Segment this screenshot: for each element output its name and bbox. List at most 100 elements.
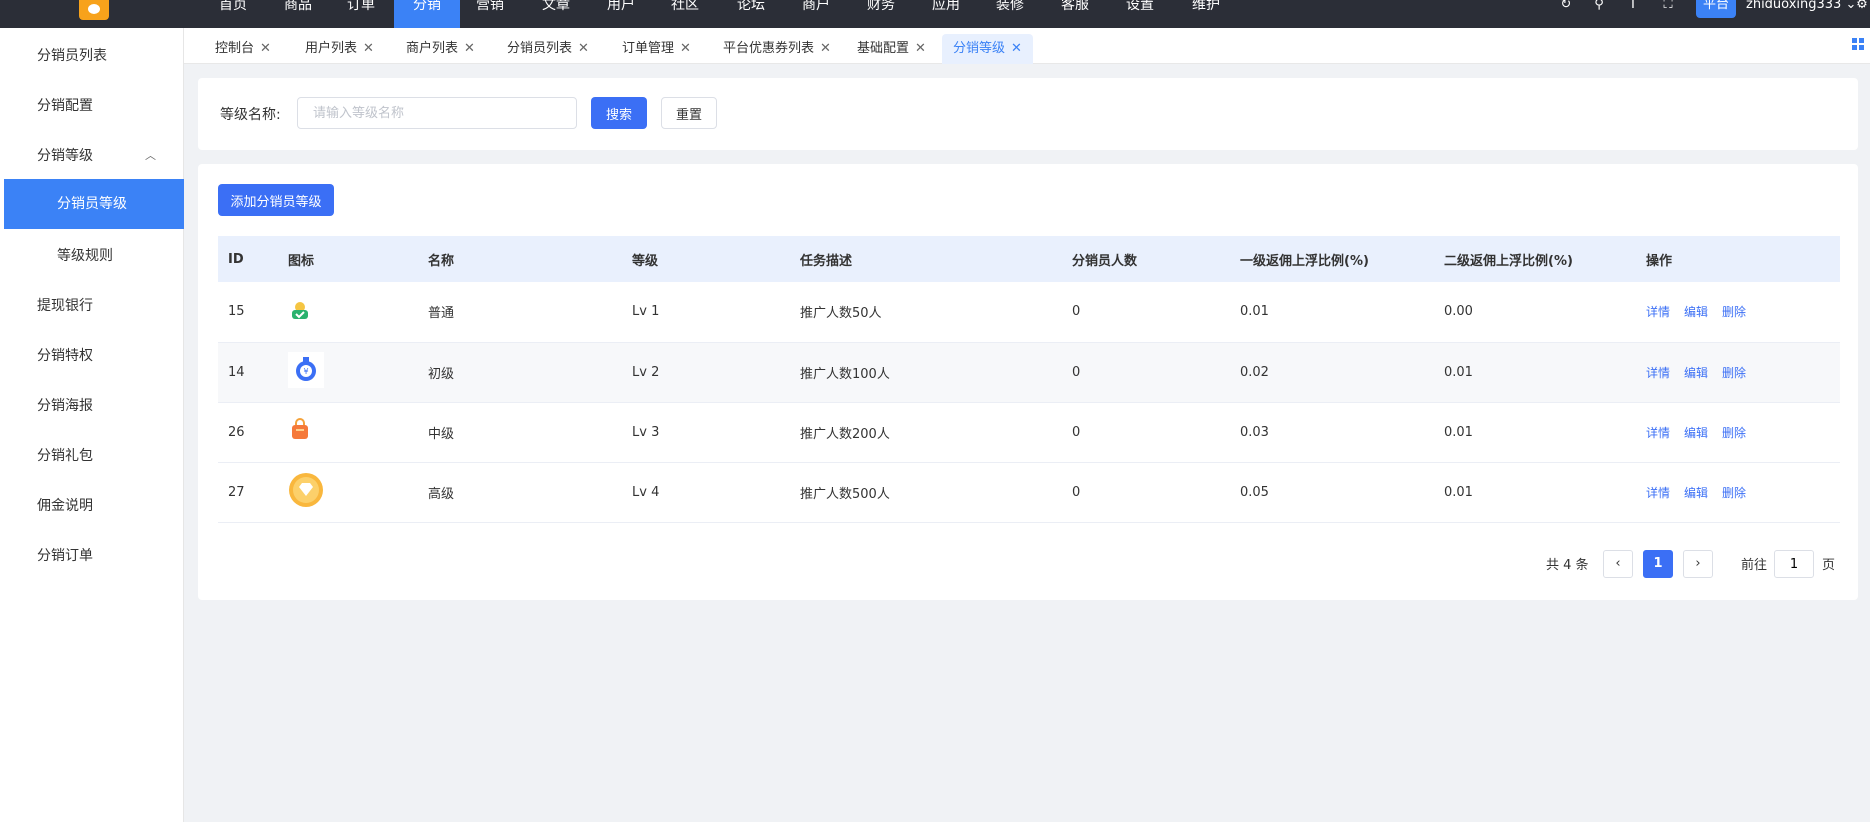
edit-link[interactable]: 编辑 bbox=[1684, 426, 1708, 440]
sidebar-item-privileges[interactable]: 分销特权 bbox=[4, 331, 184, 381]
tab-basic-config[interactable]: 基础配置 ✕ bbox=[846, 34, 937, 64]
cell-level: Lv 1 bbox=[632, 304, 660, 320]
nav-item-users[interactable]: 用户 bbox=[599, 0, 643, 28]
sidebar-item-label: 分销特权 bbox=[37, 348, 93, 364]
close-icon[interactable]: ✕ bbox=[820, 41, 831, 56]
search-icon[interactable]: ⚲ bbox=[1591, 0, 1607, 14]
edit-link[interactable]: 编辑 bbox=[1684, 366, 1708, 380]
nav-item-merchants[interactable]: 商户 bbox=[794, 0, 838, 28]
table-row: 26 中级 Lv 3 推广人数200人 0 0.03 0.01 详情 编辑 删除 bbox=[218, 402, 1840, 462]
nav-item-apps[interactable]: 应用 bbox=[924, 0, 968, 28]
tab-label: 平台优惠券列表 bbox=[723, 41, 815, 56]
sidebar-item-distribution-orders[interactable]: 分销订单 bbox=[4, 531, 184, 581]
next-page-button[interactable]: › bbox=[1683, 550, 1713, 578]
cell-id: 14 bbox=[228, 364, 245, 380]
cell-count: 0 bbox=[1072, 364, 1081, 380]
chevron-right-icon: › bbox=[1695, 556, 1701, 571]
reset-button[interactable]: 重置 bbox=[661, 97, 717, 129]
nav-item-decoration[interactable]: 装修 bbox=[988, 0, 1032, 28]
col-actions: 操作 bbox=[1646, 253, 1673, 269]
sidebar-item-posters[interactable]: 分销海报 bbox=[4, 381, 184, 431]
cell-name: 初级 bbox=[428, 366, 455, 382]
nav-item-forum[interactable]: 论坛 bbox=[729, 0, 773, 28]
sidebar-item-label: 佣金说明 bbox=[37, 498, 93, 514]
edit-link[interactable]: 编辑 bbox=[1684, 305, 1708, 319]
tab-user-list[interactable]: 用户列表 ✕ bbox=[294, 34, 385, 64]
level-name-input[interactable] bbox=[297, 97, 577, 129]
sidebar-item-level-rules[interactable]: 等级规则 bbox=[4, 231, 184, 281]
sidebar-item-distributor-list[interactable]: 分销员列表 bbox=[4, 31, 184, 81]
grid-icon[interactable] bbox=[1852, 38, 1864, 50]
logo[interactable] bbox=[79, 0, 109, 20]
cell-name: 普通 bbox=[428, 306, 455, 322]
nav-item-distribution[interactable]: 分销 bbox=[394, 0, 460, 28]
delete-link[interactable]: 删除 bbox=[1722, 486, 1746, 500]
cell-rate2: 0.01 bbox=[1444, 484, 1473, 500]
pagination-total: 共 4 条 bbox=[1546, 558, 1589, 573]
fullscreen-icon[interactable]: ⛶ bbox=[1660, 0, 1676, 14]
sidebar-item-label: 分销订单 bbox=[37, 548, 93, 564]
page-number-button[interactable]: 1 bbox=[1643, 550, 1673, 578]
nav-item-finance[interactable]: 财务 bbox=[859, 0, 903, 28]
nav-item-home[interactable]: 首页 bbox=[211, 0, 255, 28]
sidebar-item-distribution-config[interactable]: 分销配置 bbox=[4, 81, 184, 131]
detail-link[interactable]: 详情 bbox=[1646, 366, 1670, 380]
tab-distribution-level[interactable]: 分销等级 ✕ bbox=[942, 34, 1033, 64]
prev-page-button[interactable]: ‹ bbox=[1603, 550, 1633, 578]
col-icon: 图标 bbox=[288, 253, 315, 269]
tab-distributor-list[interactable]: 分销员列表 ✕ bbox=[496, 34, 600, 64]
delete-link[interactable]: 删除 bbox=[1722, 366, 1746, 380]
blue-medal-icon: ¥ bbox=[288, 352, 324, 392]
nav-item-products[interactable]: 商品 bbox=[276, 0, 320, 28]
sidebar-item-label: 分销礼包 bbox=[37, 448, 93, 464]
sidebar-item-label: 分销海报 bbox=[37, 398, 93, 414]
nav-item-marketing[interactable]: 营销 bbox=[468, 0, 512, 28]
tab-label: 商户列表 bbox=[406, 41, 459, 56]
close-icon[interactable]: ✕ bbox=[578, 41, 589, 56]
delete-link[interactable]: 删除 bbox=[1722, 426, 1746, 440]
col-rate1: 一级返佣上浮比例(%) bbox=[1240, 253, 1369, 269]
delete-link[interactable]: 删除 bbox=[1722, 305, 1746, 319]
goto-page-input[interactable] bbox=[1774, 550, 1814, 578]
close-icon[interactable]: ✕ bbox=[915, 41, 926, 56]
cell-count: 0 bbox=[1072, 424, 1081, 440]
sidebar-item-gift-packs[interactable]: 分销礼包 bbox=[4, 431, 184, 481]
close-icon[interactable]: ✕ bbox=[363, 41, 374, 56]
tab-dashboard[interactable]: 控制台 ✕ bbox=[204, 34, 282, 64]
refresh-icon[interactable]: ↻ bbox=[1558, 0, 1574, 14]
main-panel: 添加分销员等级 ID 图标 名称 等级 任务描述 分销员人数 一级返佣上浮比例(… bbox=[198, 164, 1858, 600]
nav-item-articles[interactable]: 文章 bbox=[534, 0, 578, 28]
add-level-button[interactable]: 添加分销员等级 bbox=[218, 184, 334, 216]
tab-label: 分销员列表 bbox=[507, 41, 573, 56]
nav-item-maintenance[interactable]: 维护 bbox=[1184, 0, 1228, 28]
close-icon[interactable]: ✕ bbox=[260, 41, 271, 56]
table-header-row: ID 图标 名称 等级 任务描述 分销员人数 一级返佣上浮比例(%) 二级返佣上… bbox=[218, 236, 1840, 282]
nav-item-community[interactable]: 社区 bbox=[663, 0, 707, 28]
close-icon[interactable]: ✕ bbox=[464, 41, 475, 56]
username-label: zhiduoxing333 bbox=[1746, 0, 1842, 12]
table-row: 14 ¥ 初级 Lv 2 推广人数100人 0 0.02 0.01 详情 编辑 删除 bbox=[218, 342, 1840, 402]
nav-item-customer-service[interactable]: 客服 bbox=[1053, 0, 1097, 28]
tab-order-management[interactable]: 订单管理 ✕ bbox=[611, 34, 702, 64]
detail-link[interactable]: 详情 bbox=[1646, 486, 1670, 500]
nav-item-orders[interactable]: 订单 bbox=[339, 0, 383, 28]
close-icon[interactable]: ✕ bbox=[680, 41, 691, 56]
gear-icon[interactable]: ⚙ bbox=[1854, 0, 1870, 14]
font-size-icon[interactable]: T bbox=[1625, 0, 1641, 14]
detail-link[interactable]: 详情 bbox=[1646, 426, 1670, 440]
top-nav-bar: 首页 商品 订单 分销 营销 文章 用户 社区 论坛 商户 财务 应用 装修 客… bbox=[0, 0, 1870, 28]
search-button[interactable]: 搜索 bbox=[591, 97, 647, 129]
sidebar-item-withdraw-bank[interactable]: 提现银行 bbox=[4, 281, 184, 331]
close-icon[interactable]: ✕ bbox=[1011, 41, 1022, 56]
tab-merchant-list[interactable]: 商户列表 ✕ bbox=[395, 34, 486, 64]
sidebar-item-distribution-level[interactable]: 分销等级 ︿ bbox=[4, 131, 184, 181]
detail-link[interactable]: 详情 bbox=[1646, 305, 1670, 319]
sidebar-item-distributor-level[interactable]: 分销员等级 bbox=[4, 179, 184, 229]
sidebar-item-commission-info[interactable]: 佣金说明 bbox=[4, 481, 184, 531]
cell-id: 27 bbox=[228, 484, 245, 500]
tab-platform-coupons[interactable]: 平台优惠券列表 ✕ bbox=[712, 34, 842, 64]
edit-link[interactable]: 编辑 bbox=[1684, 486, 1708, 500]
platform-button[interactable]: 平台 bbox=[1696, 0, 1736, 18]
nav-item-settings[interactable]: 设置 bbox=[1118, 0, 1162, 28]
username-dropdown[interactable]: zhiduoxing333 ⌄ bbox=[1746, 0, 1856, 12]
